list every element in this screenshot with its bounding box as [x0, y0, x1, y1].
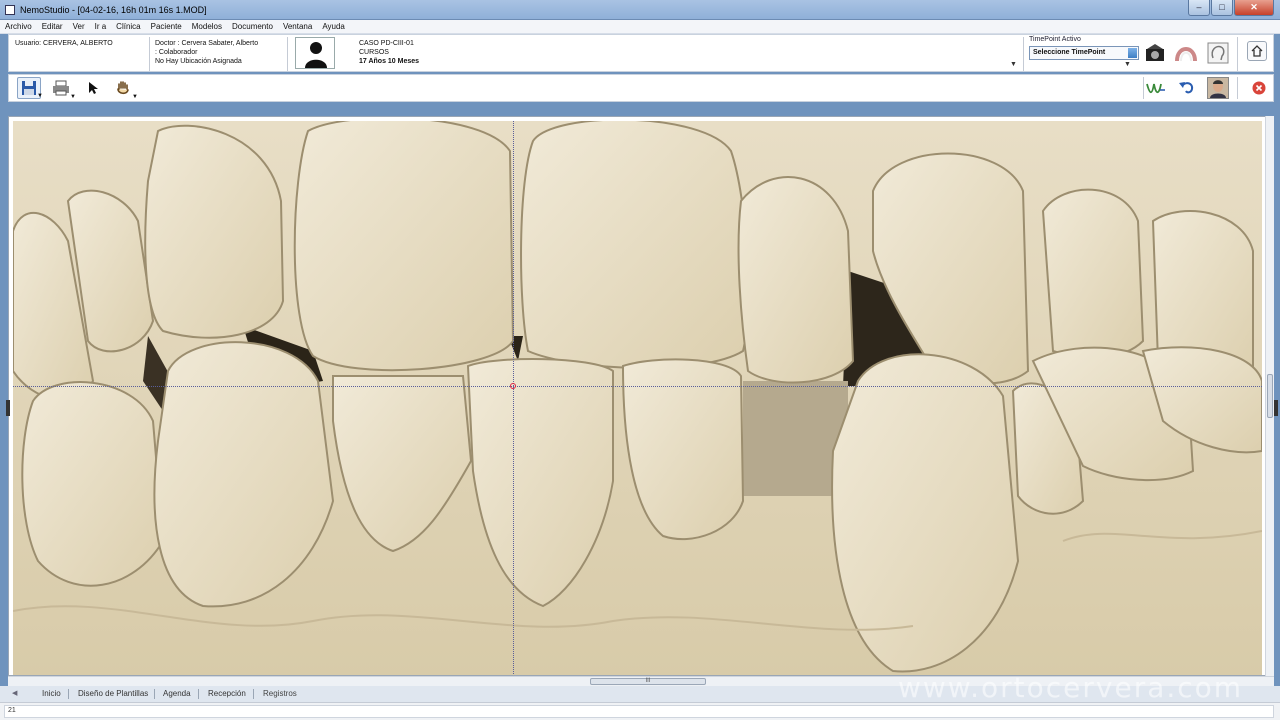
- patient-info-bar: Usuario: CERVERA, ALBERTO Doctor : Cerve…: [8, 34, 1274, 72]
- divider: [1237, 77, 1238, 99]
- chevron-down-icon[interactable]: ▼: [1010, 61, 1017, 68]
- menu-editar[interactable]: Editar: [37, 20, 68, 33]
- menu-clinica[interactable]: Clínica: [111, 20, 145, 33]
- doctor-name: Doctor : Cervera Sabater, Alberto: [155, 40, 259, 47]
- chevron-down-icon[interactable]: ▼: [1124, 61, 1131, 68]
- doctor-info: Doctor : Cervera Sabater, Alberto : Cola…: [155, 39, 258, 66]
- hand-pan-icon[interactable]: ▼: [111, 77, 138, 100]
- divider: [149, 37, 150, 71]
- window-title: NemoStudio - [04-02-16, 16h 01m 16s 1.MO…: [20, 5, 207, 15]
- tab-recepcion[interactable]: Recepción: [208, 688, 246, 700]
- close-icon[interactable]: [1247, 77, 1271, 99]
- menu-ver[interactable]: Ver: [68, 20, 90, 33]
- menu-ir-a[interactable]: Ir a: [90, 20, 112, 33]
- app-icon: [5, 5, 15, 15]
- status-text: 21: [8, 707, 16, 714]
- tab-diseno-plantillas[interactable]: Diseño de Plantillas: [78, 688, 148, 700]
- timepoint-value: Seleccione TimePoint: [1033, 49, 1106, 56]
- home-icon[interactable]: [1247, 41, 1267, 61]
- user-info: Usuario: CERVERA, ALBERTO: [15, 39, 113, 48]
- location-label: No Hay Ubicación Asignada: [155, 58, 242, 65]
- undo-icon[interactable]: [1175, 77, 1199, 99]
- menu-paciente[interactable]: Paciente: [146, 20, 187, 33]
- status-bar: 21: [0, 702, 1280, 720]
- title-bar: NemoStudio - [04-02-16, 16h 01m 16s 1.MO…: [0, 0, 1280, 20]
- menu-archivo[interactable]: Archivo: [0, 20, 37, 33]
- menu-ayuda[interactable]: Ayuda: [317, 20, 350, 33]
- dental-cast-drawing: [13, 121, 1262, 675]
- tab-inicio[interactable]: Inicio: [42, 688, 61, 700]
- patient-avatar[interactable]: [295, 37, 335, 69]
- divider: [198, 689, 199, 699]
- vertical-scrollbar[interactable]: [1265, 116, 1274, 676]
- save-icon[interactable]: ▼: [17, 77, 43, 99]
- vertical-scroll-thumb[interactable]: [1267, 374, 1273, 418]
- divider: [68, 689, 69, 699]
- patient-age: 17 Años 10 Meses: [359, 58, 420, 65]
- window-controls: – □ ✕: [1188, 0, 1274, 18]
- person-silhouette-icon: [305, 42, 327, 68]
- status-field: [4, 705, 1274, 718]
- watermark-text: www.ortocervera.com: [898, 671, 1244, 704]
- divider: [287, 37, 288, 71]
- divider: [1237, 37, 1238, 71]
- vertical-guide-line: [513, 121, 514, 675]
- timepoint-label: TimePoint Activo: [1029, 36, 1081, 43]
- arrow-pointer-icon[interactable]: [81, 77, 105, 99]
- horizontal-scroll-thumb[interactable]: III: [590, 678, 706, 685]
- head-xray-icon[interactable]: [1205, 40, 1231, 66]
- maximize-button[interactable]: □: [1211, 0, 1233, 16]
- spinner-icon[interactable]: [1128, 48, 1137, 58]
- horizontal-guide-line: [13, 386, 1262, 387]
- divider: [154, 689, 155, 699]
- menu-modelos[interactable]: Modelos: [187, 20, 227, 33]
- course-label: CURSOS: [359, 49, 389, 56]
- timepoint-select[interactable]: Seleccione TimePoint: [1029, 46, 1139, 60]
- dental-cast-image[interactable]: [13, 121, 1262, 675]
- minimize-button[interactable]: –: [1188, 0, 1210, 16]
- doctor-role: : Colaborador: [155, 49, 198, 56]
- camera-icon[interactable]: [1142, 40, 1168, 66]
- close-window-button[interactable]: ✕: [1234, 0, 1274, 16]
- tab-registros[interactable]: Registros: [263, 688, 297, 700]
- main-toolbar: ▼ ▼ ▼: [8, 74, 1274, 102]
- model-image-viewer[interactable]: [8, 116, 1274, 676]
- menu-documento[interactable]: Documento: [227, 20, 278, 33]
- chevron-left-icon[interactable]: ◀: [12, 689, 17, 697]
- divider: [1023, 37, 1024, 71]
- crosshair-marker[interactable]: [510, 383, 516, 389]
- case-info: CASO PD-CIII-01 CURSOS 17 Años 10 Meses: [359, 39, 419, 66]
- menu-bar: Archivo Editar Ver Ir a Clínica Paciente…: [0, 20, 1280, 34]
- tracing-icon[interactable]: [1144, 77, 1168, 99]
- printer-icon[interactable]: ▼: [49, 77, 76, 100]
- menu-ventana[interactable]: Ventana: [278, 20, 317, 33]
- dental-arch-icon[interactable]: [1173, 40, 1199, 66]
- case-id: CASO PD-CIII-01: [359, 40, 414, 47]
- divider: [253, 689, 254, 699]
- left-panel-handle[interactable]: [6, 400, 10, 416]
- patient-photo-icon[interactable]: [1207, 77, 1229, 99]
- tab-agenda[interactable]: Agenda: [163, 688, 191, 700]
- right-panel-handle[interactable]: [1274, 400, 1278, 416]
- user-name: Usuario: CERVERA, ALBERTO: [15, 40, 113, 47]
